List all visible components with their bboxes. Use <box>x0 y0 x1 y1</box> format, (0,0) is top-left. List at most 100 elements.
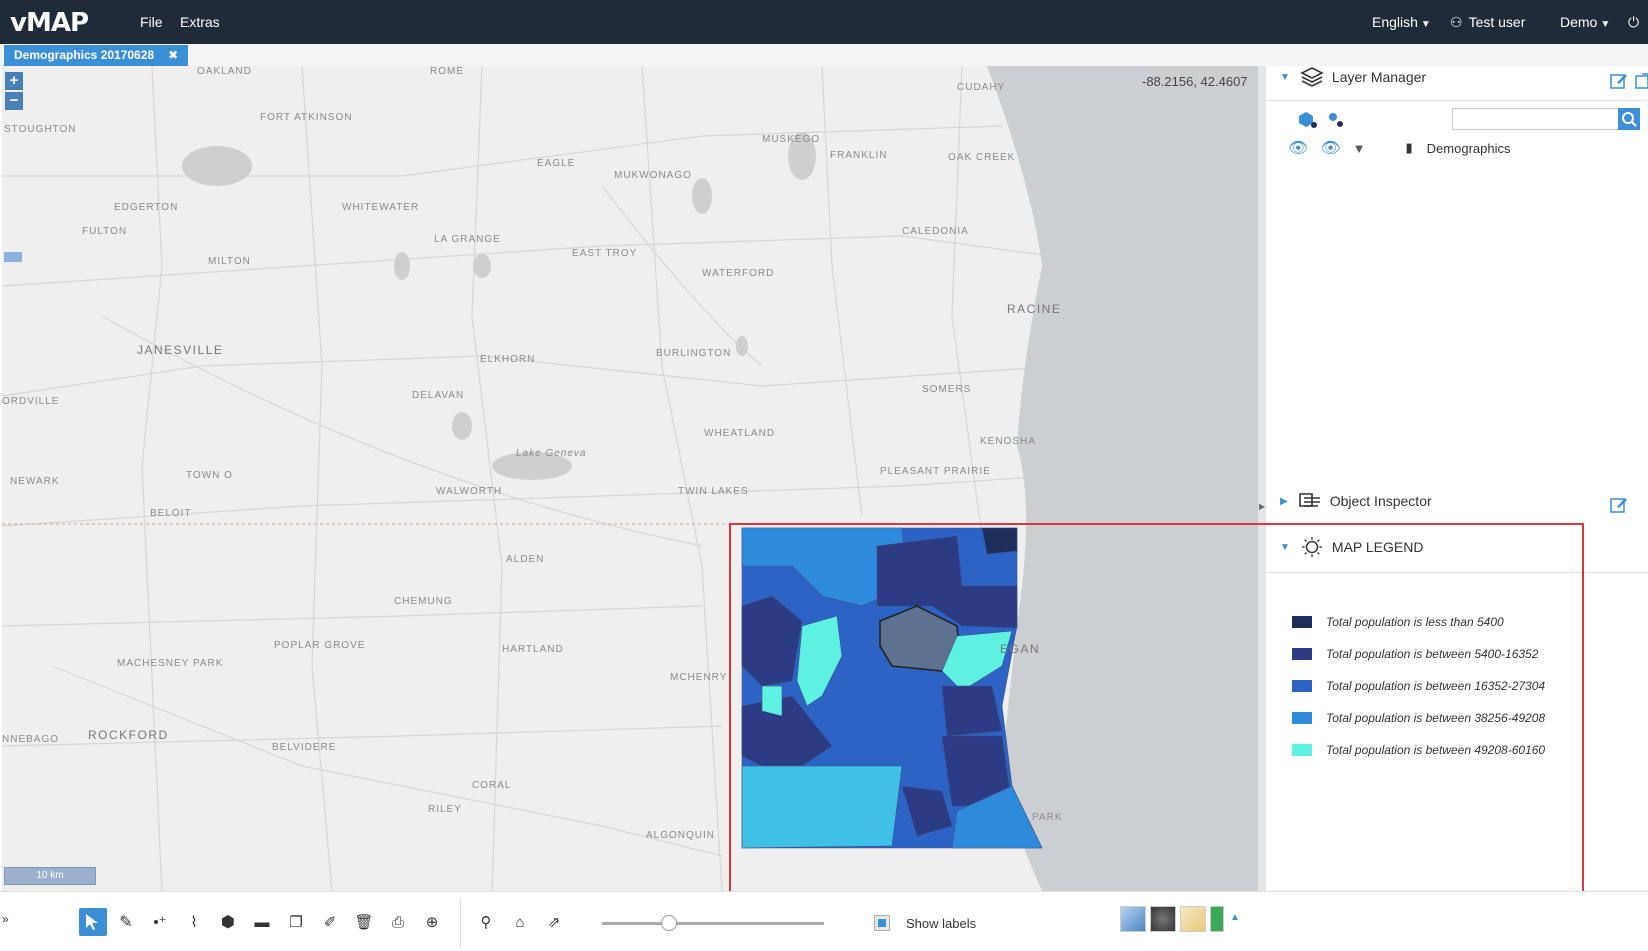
place-label: FRANKLIN <box>830 150 888 161</box>
scale-bar: 10 km <box>4 867 96 885</box>
place-label: Lake Geneva <box>516 448 587 459</box>
basemap-light-button[interactable] <box>1120 906 1146 932</box>
profile-label: Demo <box>1560 14 1598 30</box>
place-label: SOMERS <box>922 384 972 395</box>
place-label: POPLAR GROVE <box>274 640 366 651</box>
object-inspector-header[interactable]: ▶ Object Inspector <box>1280 490 1432 512</box>
place-label: MCHENRY <box>670 672 728 683</box>
bottom-toolbar: » ✎ •⁺ ⌇ ⬢ ▬ ❐ ✐ 🗑 ⎙ ⊕ ⚲ ⌂ ⇗ Show labels… <box>0 891 1648 951</box>
select-tool[interactable] <box>79 908 107 936</box>
edit-icon[interactable] <box>1610 72 1628 90</box>
profile-select[interactable]: Demo ▼ <box>1560 14 1610 30</box>
place-label: KENOSHA <box>980 436 1036 447</box>
filter-icon[interactable]: ▼ <box>1353 141 1366 156</box>
collapse-icon[interactable]: » <box>2 912 9 926</box>
place-label: STOUGHTON <box>4 124 77 135</box>
place-label: ROME <box>430 66 464 77</box>
search-button[interactable] <box>1618 108 1640 130</box>
opacity-slider-track[interactable] <box>602 922 824 925</box>
opacity-slider-knob[interactable] <box>660 915 677 931</box>
legend-swatch <box>1292 648 1312 660</box>
point-tool[interactable]: •⁺ <box>146 908 174 936</box>
show-labels-checkbox[interactable] <box>874 915 890 931</box>
place-label: NEWARK <box>10 476 60 487</box>
menu-extras[interactable]: Extras <box>180 14 220 30</box>
add-layer-icon[interactable] <box>1296 110 1320 130</box>
legend-item: Total population is less than 5400 <box>1292 615 1504 629</box>
search-tool[interactable]: ⚲ <box>472 908 500 936</box>
polygon-icon: ⬢ <box>221 914 235 931</box>
place-label: CUDAHY <box>957 82 1006 93</box>
point-icon: •⁺ <box>153 914 167 931</box>
layer-manager-header[interactable]: ▼ Layer Manager <box>1280 66 1426 88</box>
line-icon: ⌇ <box>190 914 198 931</box>
collapse-triangle-icon[interactable]: ▼ <box>1280 72 1290 83</box>
map-canvas[interactable]: OAKLAND ROME FORT ATKINSON CUDAHY STOUGH… <box>2 66 1260 891</box>
map-legend-header[interactable]: ▼ MAP LEGEND <box>1280 534 1423 560</box>
chevron-down-icon: ▼ <box>1420 19 1431 30</box>
menu-file[interactable]: File <box>140 14 163 30</box>
home-tool[interactable]: ⌂ <box>506 908 534 936</box>
user-icon: ⚇ <box>1450 14 1463 30</box>
place-label: JANESVILLE <box>137 343 224 357</box>
expand-triangle-icon[interactable]: ▶ <box>1280 496 1288 507</box>
print-tool[interactable]: ⎙ <box>384 908 412 936</box>
chevron-right-icon[interactable]: ▶ <box>1259 502 1265 511</box>
label-eye-icon[interactable]: 👁 <box>1320 138 1340 158</box>
basemap-green-button[interactable] <box>1210 906 1224 932</box>
place-label: BELOIT <box>150 508 192 519</box>
panel-handle[interactable] <box>4 252 22 262</box>
tab-demographics[interactable]: Demographics 20170628 ✖ <box>4 45 189 66</box>
eraser-icon: ✎ <box>119 914 133 931</box>
map-legend-title: MAP LEGEND <box>1331 539 1424 555</box>
divider <box>1266 100 1648 101</box>
visibility-eye-icon[interactable]: 👁 <box>1288 138 1308 158</box>
print-icon: ⎙ <box>391 913 404 931</box>
place-label: EGAN <box>1000 642 1041 656</box>
zoom-in-button[interactable]: + <box>5 72 23 90</box>
layer-row[interactable]: 👁 👁 ▼ ▮ Demographics <box>1288 138 1510 158</box>
legend-item: Total population is between 38256-49208 <box>1292 711 1545 725</box>
line-tool[interactable]: ⌇ <box>180 908 208 936</box>
chevron-up-icon[interactable]: ▲ <box>1230 912 1240 923</box>
layer-search-input[interactable] <box>1452 108 1632 130</box>
place-label: EDGERTON <box>114 202 179 213</box>
collapse-triangle-icon[interactable]: ▼ <box>1280 542 1290 553</box>
show-labels-label: Show labels <box>906 916 977 931</box>
legend-item: Total population is between 5400-16352 <box>1292 647 1538 661</box>
place-label: TOWN O <box>186 470 233 481</box>
layer-manager-title: Layer Manager <box>1331 69 1427 85</box>
basemap-satellite-button[interactable] <box>1150 906 1176 932</box>
measure-tool[interactable]: ▬ <box>248 908 276 936</box>
zoom-icon: ⊕ <box>425 914 439 931</box>
language-select[interactable]: English ▼ <box>1372 14 1431 30</box>
export-layer-icon[interactable] <box>1634 72 1648 90</box>
place-label: RILEY <box>428 804 462 815</box>
basemap-terrain-button[interactable] <box>1180 906 1206 932</box>
close-icon[interactable]: ✖ <box>168 48 178 62</box>
edit-tool[interactable]: ✐ <box>316 908 344 936</box>
place-label: OAKLAND <box>197 66 252 77</box>
legend-swatch <box>1292 616 1312 628</box>
place-label: BELVIDERE <box>272 742 337 753</box>
home-icon: ⌂ <box>515 913 525 931</box>
zoom-out-button[interactable]: − <box>5 92 23 110</box>
place-label: OAK CREEK <box>948 152 1016 163</box>
user-menu[interactable]: ⚇ Test user <box>1450 14 1525 31</box>
zoom-extent-tool[interactable]: ⊕ <box>418 908 446 936</box>
edit-icon[interactable] <box>1610 496 1628 514</box>
layer-group-icon[interactable] <box>1326 110 1346 130</box>
export-tool[interactable]: ⇗ <box>540 908 568 936</box>
erase-tool[interactable]: ✎ <box>112 908 140 936</box>
place-label: EAST TROY <box>572 248 638 259</box>
copy-tool[interactable]: ❐ <box>282 908 310 936</box>
delete-tool[interactable]: 🗑 <box>350 908 378 936</box>
place-label: BURLINGTON <box>656 348 732 359</box>
share-icon: ⇗ <box>547 914 561 931</box>
place-label: CHEMUNG <box>394 596 453 607</box>
inspector-icon <box>1298 493 1320 507</box>
polygon-tool[interactable]: ⬢ <box>214 908 242 936</box>
panel-divider[interactable]: ▶ <box>1258 66 1266 891</box>
place-label: ORDVILLE <box>2 396 60 407</box>
power-icon[interactable]: ⏻ <box>1628 14 1639 31</box>
